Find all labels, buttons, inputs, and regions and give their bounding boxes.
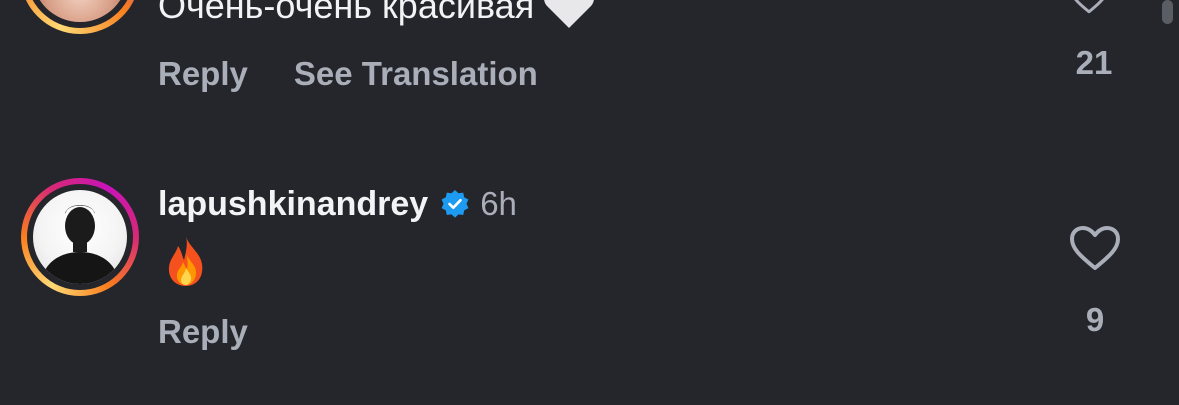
avatar[interactable] — [20, 0, 140, 34]
like-count: 21 — [1075, 44, 1113, 81]
white-heart-emoji — [544, 0, 595, 29]
timestamp: 6h — [480, 185, 517, 222]
comment-actions: Reply See Translation — [158, 55, 584, 93]
person-silhouette-icon — [41, 205, 119, 284]
see-translation-button[interactable]: See Translation — [294, 55, 538, 92]
like-button[interactable] — [1069, 225, 1121, 271]
comment-header: lapushkinandrey 6h — [158, 180, 517, 228]
heart-icon — [1070, 226, 1120, 270]
reply-button[interactable]: Reply — [158, 313, 248, 351]
avatar[interactable] — [21, 178, 139, 296]
comment-item: Очень-очень красивая Reply See Translatio… — [0, 0, 1179, 120]
like-count: 9 — [1085, 301, 1105, 338]
username[interactable]: lapushkinandrey — [158, 185, 428, 224]
heart-icon — [1074, 0, 1104, 14]
reply-button[interactable]: Reply — [158, 55, 248, 92]
verified-badge-icon — [441, 190, 469, 218]
like-button[interactable] — [1063, 0, 1115, 14]
fire-emoji — [168, 236, 203, 286]
comment-text: Очень-очень красивая — [158, 0, 596, 30]
comment-body: Очень-очень красивая — [158, 0, 535, 26]
avatar-photo — [33, 190, 127, 284]
scrollbar[interactable] — [1162, 0, 1173, 24]
